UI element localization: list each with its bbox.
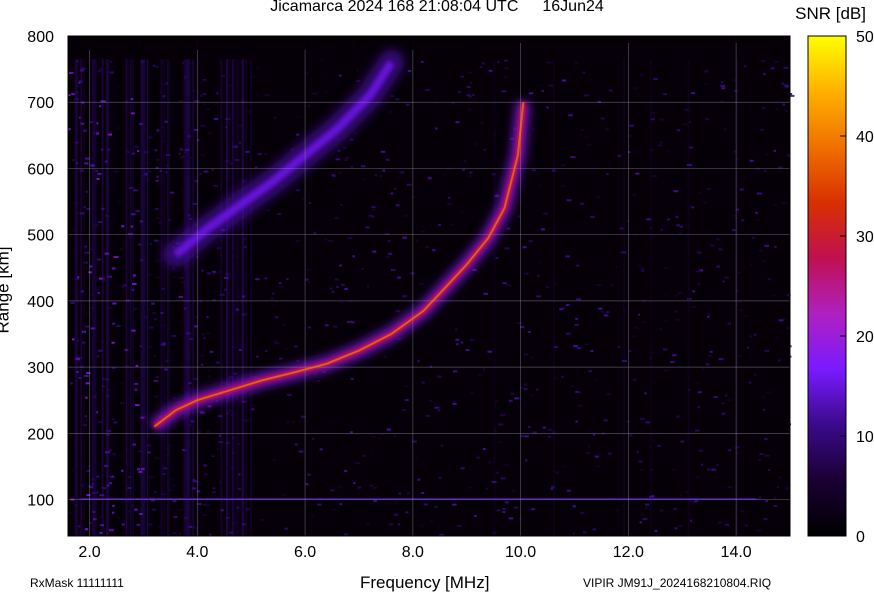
x-tick-label-2: 6.0 bbox=[294, 544, 316, 561]
colorbar-tick-label-5: 50 bbox=[856, 29, 874, 46]
colorbar-tick-label-0: 0 bbox=[856, 529, 865, 546]
colorbar-tick-label-3: 30 bbox=[856, 229, 874, 246]
x-axis-ticks: 2.0 4.0 6.0 8.0 10.0 12.0 14.0 bbox=[78, 544, 751, 561]
x-tick-label-1: 4.0 bbox=[186, 544, 208, 561]
colorbar-tick-label-2: 20 bbox=[856, 329, 874, 346]
y-tick-label-0: 100 bbox=[27, 493, 54, 510]
x-tick-label-6: 14.0 bbox=[721, 544, 752, 561]
y-tick-label-1: 200 bbox=[27, 426, 54, 443]
y-tick-label-4: 500 bbox=[27, 228, 54, 245]
y-tick-label-3: 400 bbox=[27, 294, 54, 311]
x-tick-label-4: 10.0 bbox=[505, 544, 536, 561]
colorbar bbox=[807, 35, 847, 537]
plot-area bbox=[68, 36, 790, 536]
y-tick-label-2: 300 bbox=[27, 360, 54, 377]
ionogram-figure: Jicamarca 2024 168 21:08:04 UTC 16Jun24 S… bbox=[0, 0, 874, 595]
colorbar-tick-label-1: 10 bbox=[856, 429, 874, 446]
y-tick-label-7: 800 bbox=[27, 29, 54, 46]
x-tick-label-5: 12.0 bbox=[613, 544, 644, 561]
y-tick-label-6: 700 bbox=[27, 95, 54, 112]
y-tick-label-5: 600 bbox=[27, 161, 54, 178]
y-axis-ticks: 100 200 300 400 500 600 700 800 bbox=[27, 29, 54, 510]
chart-svg: 2.0 4.0 6.0 8.0 10.0 12.0 14.0 100200300400500… bbox=[27, 29, 874, 561]
x-tick-label-3: 8.0 bbox=[402, 544, 424, 561]
colorbar-tick-label-4: 40 bbox=[856, 129, 874, 146]
x-tick-label-0: 2.0 bbox=[78, 544, 100, 561]
